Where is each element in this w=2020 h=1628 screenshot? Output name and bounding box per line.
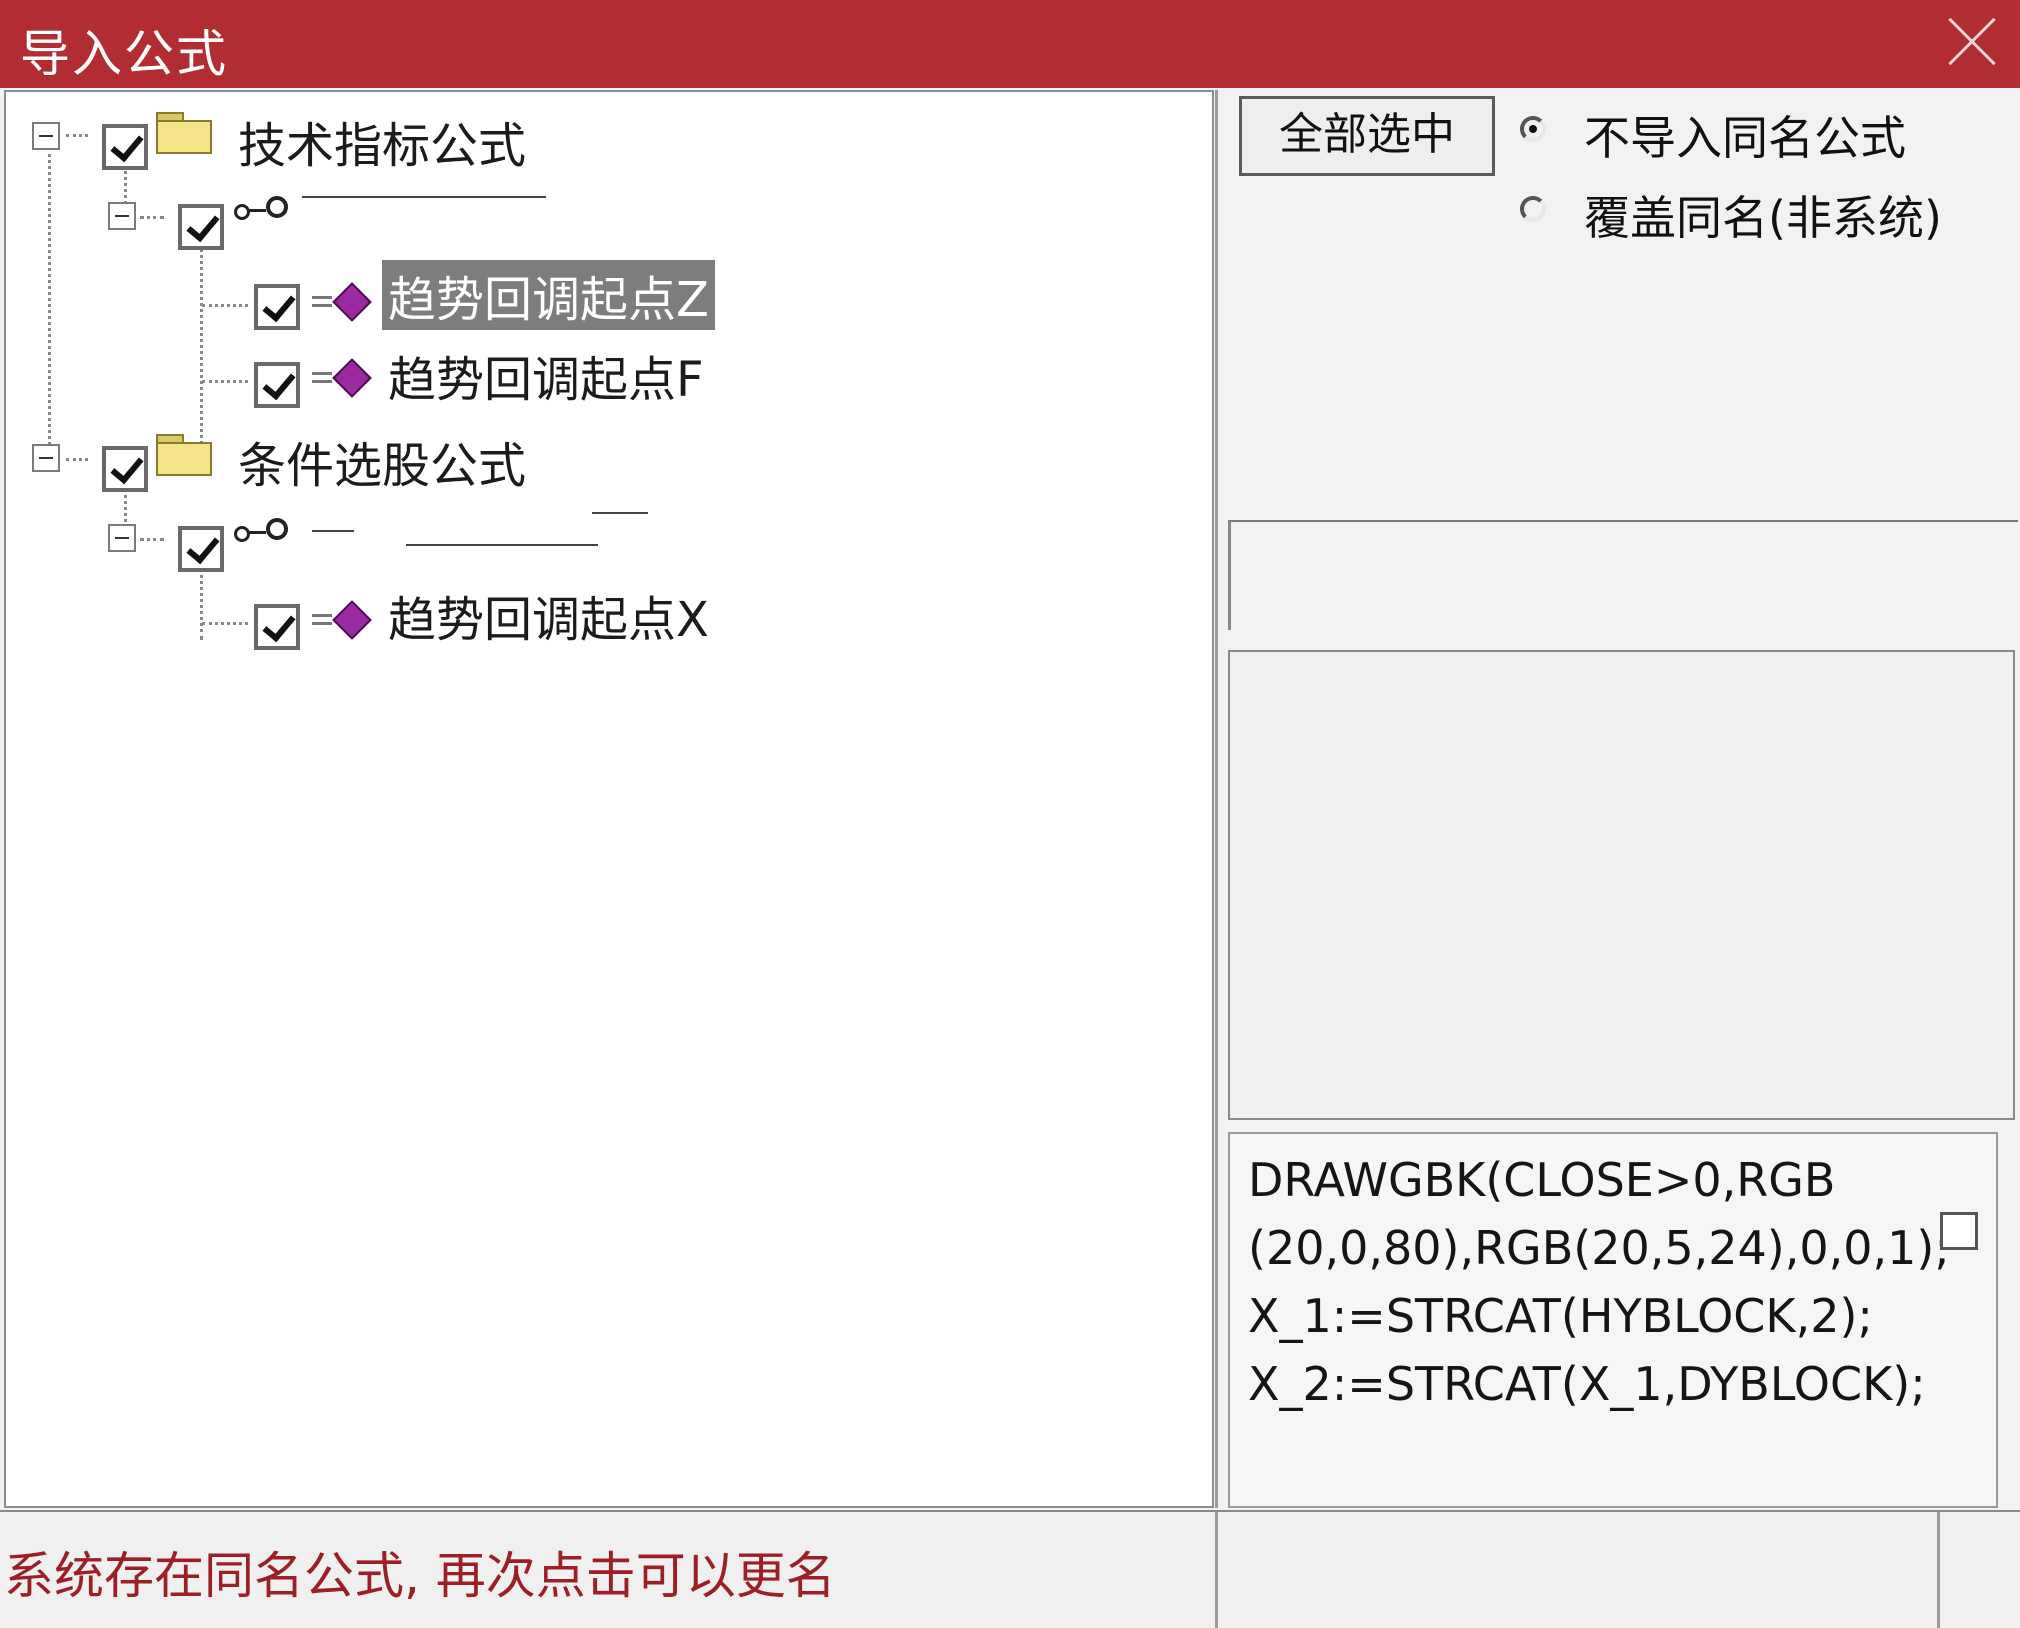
formula-tree[interactable]: 技术指标公式 趋势回调起点Z 趋势回调起点F 条件选股公式 趋势回调起点X — [4, 90, 1214, 1508]
radio-label: 不导入同名公式 — [1584, 111, 1906, 165]
tree-connector — [200, 562, 203, 640]
title-bar: 导入公式 — [0, 0, 2020, 88]
code-line: (20,0,80),RGB(20,5,24),0,0,1); — [1248, 1221, 1950, 1275]
formula-icon — [312, 598, 372, 642]
key-icon — [234, 194, 294, 224]
formula-name-field[interactable] — [1228, 520, 2018, 630]
folder-icon — [156, 112, 212, 154]
item-checkbox[interactable] — [254, 362, 300, 408]
collapse-toggle[interactable] — [32, 444, 60, 472]
tree-group-label[interactable]: 技术指标公式 — [238, 106, 526, 176]
folder-icon — [156, 434, 212, 476]
group-checkbox[interactable] — [102, 446, 148, 492]
tree-connector — [66, 134, 88, 137]
tree-connector — [202, 304, 248, 307]
subgroup-label — [406, 544, 598, 546]
code-line: X_2:=STRCAT(X_1,DYBLOCK); — [1248, 1357, 1926, 1411]
subgroup-label — [592, 512, 648, 514]
radio-unselected-icon[interactable] — [1520, 196, 1546, 222]
right-panel: 全部选中 不导入同名公式 覆盖同名(非系统) DRAWGBK(CLOSE>0,R… — [1215, 90, 2020, 1508]
formula-icon — [312, 356, 372, 400]
radio-label: 覆盖同名(非系统) — [1584, 191, 1942, 245]
tree-item[interactable]: 趋势回调起点Z — [382, 260, 715, 330]
collapse-toggle[interactable] — [32, 122, 60, 150]
tree-connector — [66, 458, 88, 461]
select-all-button[interactable]: 全部选中 — [1239, 96, 1495, 176]
subgroup-label — [312, 530, 354, 532]
subgroup-checkbox[interactable] — [178, 526, 224, 572]
status-message: 系统存在同名公式, 再次点击可以更名 — [4, 1547, 836, 1605]
tree-item[interactable]: 趋势回调起点X — [388, 580, 709, 650]
tree-connector — [202, 380, 248, 383]
collapse-toggle[interactable] — [108, 524, 136, 552]
subgroup-label — [302, 196, 546, 198]
tree-connector — [48, 147, 51, 452]
status-divider — [1937, 1512, 1940, 1628]
formula-description-area[interactable] — [1228, 650, 2015, 1120]
tree-connector — [140, 538, 164, 541]
radio-selected-icon[interactable] — [1520, 116, 1546, 142]
tree-connector — [202, 622, 248, 625]
subgroup-checkbox[interactable] — [178, 204, 224, 250]
close-icon[interactable] — [1946, 16, 1998, 68]
import-formula-dialog: 导入公式 技术指标公式 趋势回调起点Z 趋势回调起点F 条件选股公式 趋势回调起… — [0, 0, 2020, 1628]
group-checkbox[interactable] — [102, 124, 148, 170]
tree-item[interactable]: 趋势回调起点F — [388, 340, 704, 410]
status-bar: 系统存在同名公式, 再次点击可以更名 — [0, 1510, 2020, 1628]
key-icon — [234, 516, 294, 546]
formula-code-preview[interactable]: DRAWGBK(CLOSE>0,RGB (20,0,80),RGB(20,5,2… — [1228, 1132, 1998, 1508]
formula-icon — [312, 280, 372, 324]
code-line: DRAWGBK(CLOSE>0,RGB — [1248, 1153, 1836, 1207]
collapse-toggle[interactable] — [108, 202, 136, 230]
item-checkbox[interactable] — [254, 284, 300, 330]
code-line: X_1:=STRCAT(HYBLOCK,2); — [1248, 1289, 1873, 1343]
status-divider — [1215, 1512, 1218, 1628]
item-checkbox[interactable] — [254, 604, 300, 650]
tree-connector — [140, 216, 164, 219]
option-checkbox[interactable] — [1940, 1212, 1978, 1250]
window-title: 导入公式 — [20, 25, 228, 83]
tree-group-label[interactable]: 条件选股公式 — [238, 426, 526, 496]
